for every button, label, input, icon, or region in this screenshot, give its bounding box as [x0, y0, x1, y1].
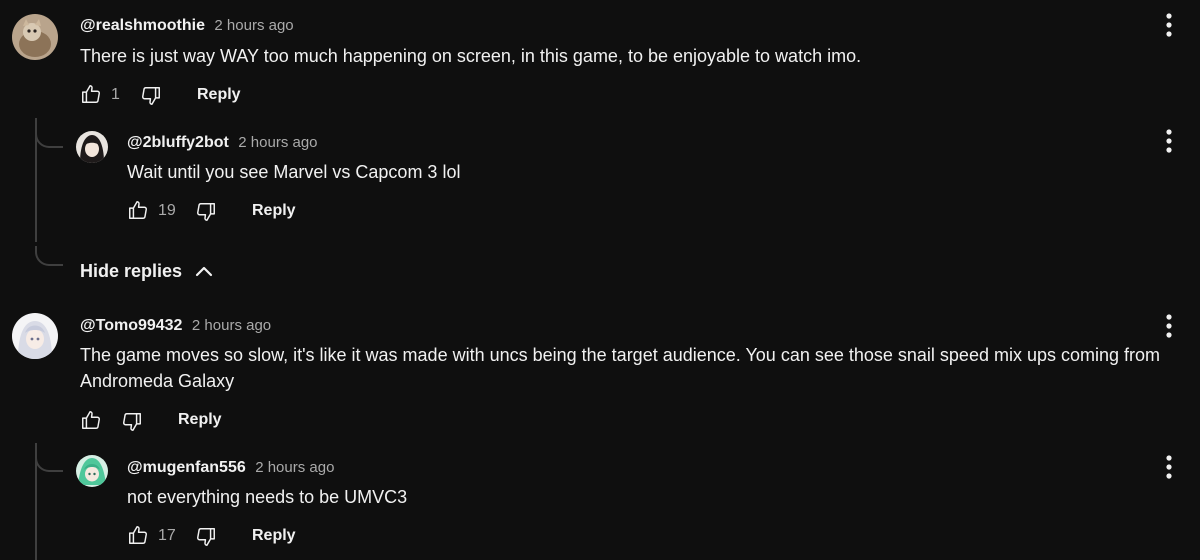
- more-vert-icon: [1166, 455, 1172, 479]
- dislike-button[interactable]: [140, 85, 162, 107]
- avatar[interactable]: [12, 313, 58, 359]
- comment-header: @Tomo99432 2 hours ago: [80, 316, 271, 336]
- more-vert-icon: [1166, 314, 1172, 338]
- comment-text: There is just way WAY too much happening…: [80, 46, 862, 66]
- dislike-button[interactable]: [121, 411, 143, 433]
- thumbs-down-icon: [142, 87, 160, 105]
- thumbs-down-icon: [197, 528, 215, 546]
- like-count: 19: [158, 202, 176, 219]
- more-vert-icon: [1166, 13, 1172, 37]
- comment-text: The game moves so slow, it's like it was…: [80, 345, 1161, 391]
- more-options-button[interactable]: [1157, 10, 1181, 40]
- thread-connector: [35, 452, 63, 472]
- reply-author[interactable]: @mugenfan556: [127, 459, 246, 476]
- comment-timestamp[interactable]: 2 hours ago: [214, 17, 293, 34]
- dislike-button[interactable]: [195, 201, 217, 223]
- thread-connector: [35, 128, 63, 148]
- avatar[interactable]: [76, 131, 108, 163]
- avatar[interactable]: [76, 455, 108, 487]
- more-options-button[interactable]: [1157, 452, 1181, 482]
- thumbs-down-icon: [197, 203, 215, 221]
- green-hair-avatar-icon: [76, 455, 108, 487]
- more-options-button[interactable]: [1157, 311, 1181, 341]
- chevron-up-icon: [195, 266, 213, 277]
- reply-header: @2bluffy2bot 2 hours ago: [127, 133, 318, 153]
- like-button[interactable]: [80, 409, 102, 431]
- thumbs-up-icon: [129, 201, 147, 219]
- reply-button[interactable]: Reply: [252, 201, 296, 221]
- thumbs-up-icon: [129, 526, 147, 544]
- like-button[interactable]: [80, 83, 102, 105]
- reply-button[interactable]: Reply: [197, 85, 241, 105]
- white-hair-avatar-icon: [12, 313, 58, 359]
- hide-replies-button[interactable]: Hide replies: [80, 259, 216, 283]
- anime-girl-avatar-icon: [76, 131, 108, 163]
- comment-timestamp[interactable]: 2 hours ago: [192, 317, 271, 334]
- reply-timestamp[interactable]: 2 hours ago: [238, 134, 317, 151]
- reply-button[interactable]: Reply: [252, 526, 296, 546]
- dislike-button[interactable]: [195, 526, 217, 548]
- thread-connector: [35, 246, 63, 266]
- like-count: 1: [111, 86, 120, 103]
- reply-header: @mugenfan556 2 hours ago: [127, 458, 334, 478]
- avatar[interactable]: [12, 14, 58, 60]
- more-options-button[interactable]: [1157, 126, 1181, 156]
- more-vert-icon: [1166, 129, 1172, 153]
- thumbs-up-icon: [82, 411, 100, 429]
- hide-replies-label: Hide replies: [80, 260, 183, 281]
- like-button[interactable]: [127, 524, 149, 546]
- cat-avatar-icon: [12, 14, 58, 60]
- reply-text: Wait until you see Marvel vs Capcom 3 lo…: [127, 162, 461, 182]
- reply-text: not everything needs to be UMVC3: [127, 487, 408, 507]
- comment-author[interactable]: @realshmoothie: [80, 17, 205, 34]
- reply-timestamp[interactable]: 2 hours ago: [255, 459, 334, 476]
- thumbs-up-icon: [82, 85, 100, 103]
- reply-button[interactable]: Reply: [178, 410, 222, 430]
- thumbs-down-icon: [123, 413, 141, 431]
- comment-author[interactable]: @Tomo99432: [80, 317, 182, 334]
- comment-header: @realshmoothie 2 hours ago: [80, 16, 294, 36]
- like-button[interactable]: [127, 199, 149, 221]
- reply-author[interactable]: @2bluffy2bot: [127, 134, 229, 151]
- like-count: 17: [158, 527, 176, 544]
